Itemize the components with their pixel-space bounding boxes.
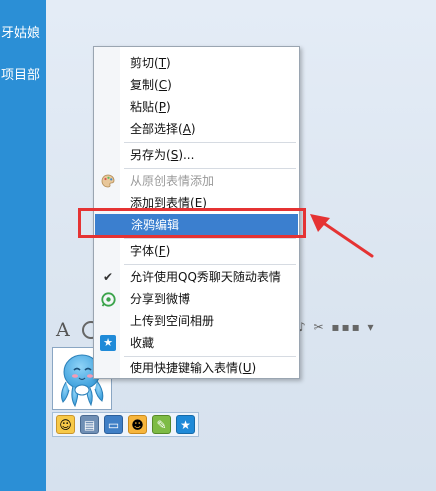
weibo-icon xyxy=(100,291,116,307)
emoji-add-icon[interactable]: ☺ xyxy=(56,415,75,434)
menu-item-share-weibo[interactable]: 分享到微博 xyxy=(94,288,299,310)
contact-sidebar: 牙姑娘 项目部 xyxy=(0,0,46,491)
menu-item-select-all[interactable]: 全部选择(A) xyxy=(94,118,299,140)
menu-item-cut[interactable]: 剪切(T) xyxy=(94,52,299,74)
annotation-arrow-icon xyxy=(310,214,374,258)
sticker-toolbar: ☺ ▤ ▭ ☻ ✎ ★ xyxy=(52,412,199,437)
edit-image-icon[interactable]: ✎ xyxy=(152,415,171,434)
favorite-icon: ★ xyxy=(100,335,116,351)
menu-item-favorite[interactable]: ★ 收藏 xyxy=(94,332,299,354)
menu-separator xyxy=(124,142,296,143)
font-icon[interactable]: A xyxy=(56,319,70,341)
sidebar-item-contact[interactable]: 牙姑娘 xyxy=(1,22,40,41)
menu-item-allow-qq-show[interactable]: ✔ 允许使用QQ秀聊天随动表情 xyxy=(94,266,299,288)
menu-item-upload-album[interactable]: 上传到空间相册 xyxy=(94,310,299,332)
menu-item-copy[interactable]: 复制(C) xyxy=(94,74,299,96)
menu-separator xyxy=(124,264,296,265)
favorite-icon[interactable]: ★ xyxy=(176,415,195,434)
save-icon[interactable]: ▤ xyxy=(80,415,99,434)
emoji-manage-icon[interactable]: ☻ xyxy=(128,415,147,434)
menu-item-save-as[interactable]: 另存为(S)... xyxy=(94,144,299,166)
menu-item-paste[interactable]: 粘贴(P) xyxy=(94,96,299,118)
menu-separator xyxy=(124,238,296,239)
toolbar-more-icons[interactable]: ♪ ✂ ▪▪▪ ▾ xyxy=(298,320,376,334)
annotation-highlight-box xyxy=(78,208,306,238)
palette-icon xyxy=(100,173,116,189)
menu-item-font[interactable]: 字体(F) xyxy=(94,240,299,262)
menu-separator xyxy=(124,168,296,169)
screen-icon[interactable]: ▭ xyxy=(104,415,123,434)
sidebar-item-group[interactable]: 项目部 xyxy=(1,64,40,83)
menu-item-shortcut-emoji[interactable]: 使用快捷键输入表情(U) xyxy=(94,357,299,379)
menu-item-add-from-original: 从原创表情添加 xyxy=(94,170,299,192)
checkmark-icon: ✔ xyxy=(102,270,114,284)
